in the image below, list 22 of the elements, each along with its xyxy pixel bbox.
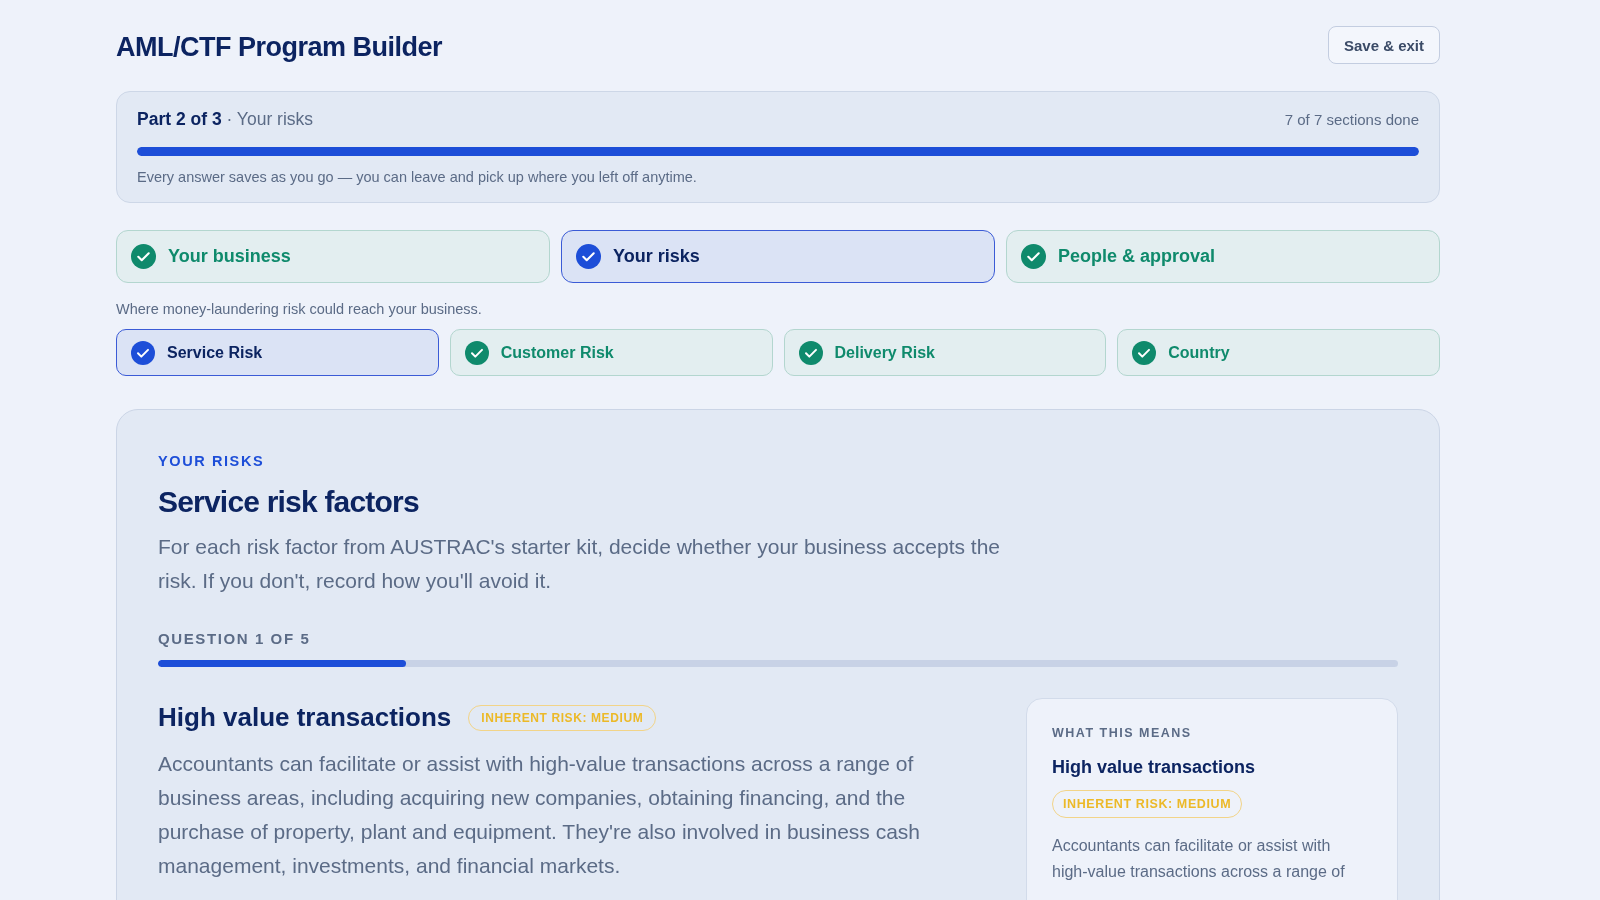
step-tab[interactable]: Your business bbox=[116, 230, 550, 283]
step-tab[interactable]: Your risks bbox=[561, 230, 995, 283]
autosave-note: Every answer saves as you go — you can leave and pick up where you left off anytime. bbox=[137, 169, 698, 185]
page-title: AML/CTF Program Builder bbox=[116, 31, 442, 63]
step-tab[interactable]: People & approval bbox=[1006, 230, 1440, 283]
sections-done-count: 7 of 7 sections done bbox=[1284, 111, 1419, 128]
section-tab[interactable]: Service Risk bbox=[116, 329, 439, 376]
card-description: For each risk factor from AUSTRAC's starter kit, decide whether your business accepts the risk. If you don't, record how you'll avoid it. bbox=[158, 534, 1001, 594]
question-title: High value transactions bbox=[158, 702, 452, 733]
part-label: Part 2 of 3 · Your risks bbox=[137, 109, 314, 130]
save-exit-button[interactable]: Save & exit bbox=[1327, 26, 1440, 64]
question-text: Accountants can facilitate or assist with high-value transactions across a range of business areas, including acquiring new companies, obtaining financing, and the purchase of property, plant and equipment. They're also involved in business cash management, investments, and financial markets. bbox=[158, 751, 922, 879]
card-eyebrow: YOUR RISKS bbox=[158, 453, 266, 469]
explainer-title: High value transactions bbox=[1052, 757, 1257, 778]
explainer-eyebrow: WHAT THIS MEANS bbox=[1052, 726, 1193, 740]
explainer-text: Accountants can facilitate or assist with high-value transactions across a range of bbox=[1052, 836, 1346, 882]
section-tab[interactable]: Country bbox=[1117, 329, 1440, 376]
question-counter: QUESTION 1 OF 5 bbox=[158, 630, 312, 647]
section-hint: Where money-laundering risk could reach your business. bbox=[116, 301, 483, 317]
card-title: Service risk factors bbox=[158, 485, 420, 519]
section-tab[interactable]: Delivery Risk bbox=[783, 329, 1107, 376]
section-tab[interactable]: Customer Risk bbox=[449, 329, 773, 376]
